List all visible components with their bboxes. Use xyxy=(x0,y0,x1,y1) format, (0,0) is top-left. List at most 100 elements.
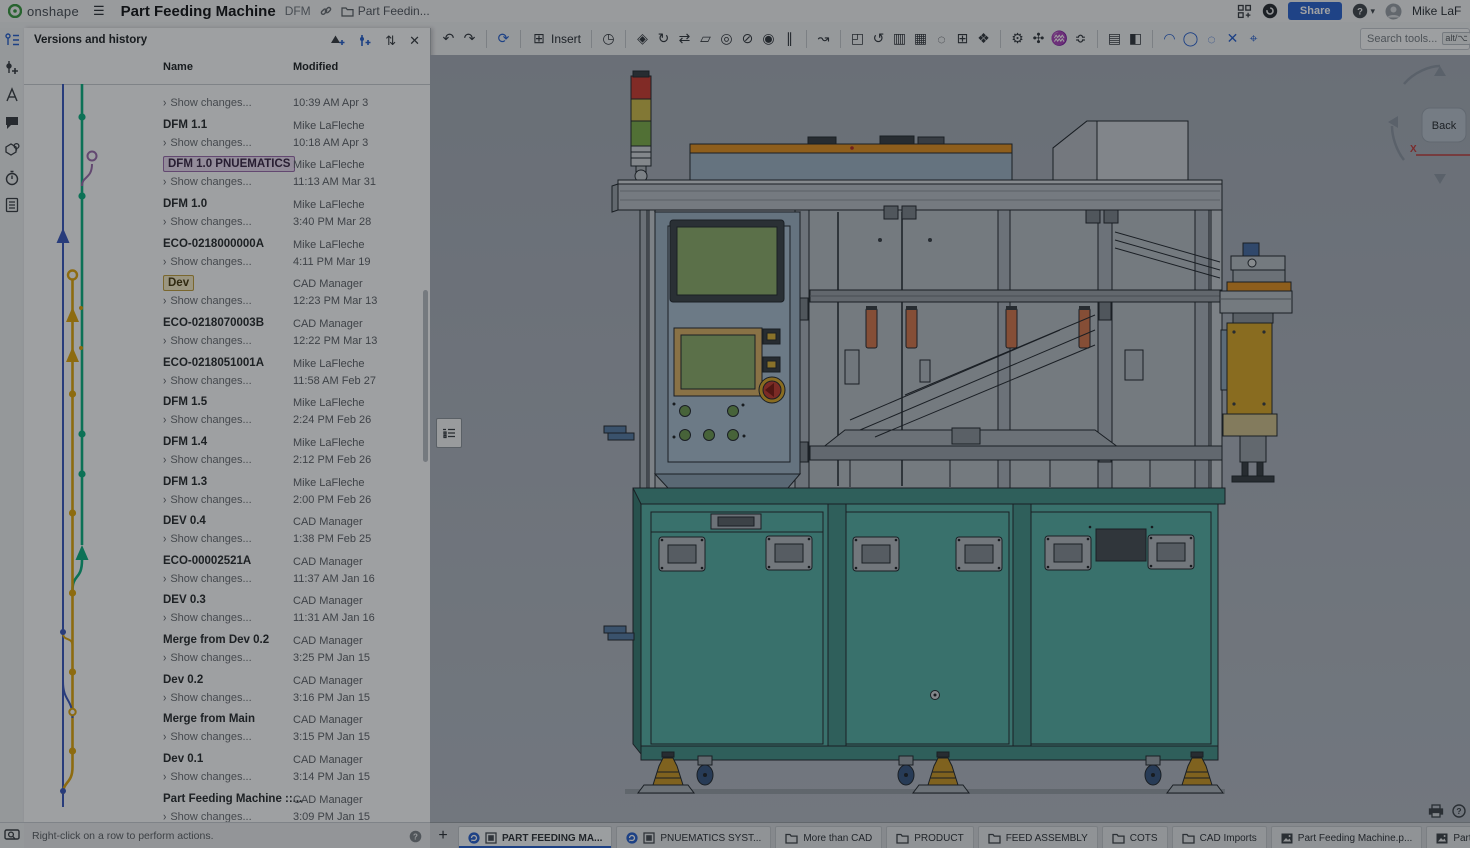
circular-pattern-icon[interactable]: ◌ xyxy=(931,31,952,47)
status-help-icon[interactable]: ? xyxy=(409,830,422,843)
show-changes-link[interactable]: ›Show changes... xyxy=(163,176,252,188)
version-row[interactable]: ECO-0218051001A›Show changes...Mike LaFl… xyxy=(24,354,430,394)
version-row[interactable]: DFM 1.3›Show changes...Mike LaFleche2:00… xyxy=(24,473,430,513)
user-name[interactable]: Mike LaF xyxy=(1412,4,1470,18)
show-changes-link[interactable]: ›Show changes... xyxy=(163,137,252,149)
version-row[interactable]: Merge from Dev 0.2›Show changes...CAD Ma… xyxy=(24,631,430,671)
help-menu[interactable]: ? ▾ xyxy=(1352,3,1375,19)
control-panel[interactable] xyxy=(655,212,800,488)
cylindrical-mate-icon[interactable]: ◎ xyxy=(716,30,737,47)
parallel-mate-icon[interactable]: ∥ xyxy=(779,30,800,47)
show-changes-link[interactable]: ›Show changes... xyxy=(163,295,252,307)
hopper-box[interactable] xyxy=(1053,121,1188,184)
version-row[interactable]: DFM 1.5›Show changes...Mike LaFleche2:24… xyxy=(24,393,430,433)
version-row[interactable]: Merge from Main›Show changes...CAD Manag… xyxy=(24,710,430,750)
performance-icon[interactable] xyxy=(4,170,20,186)
undo-icon[interactable]: ↶ xyxy=(438,30,459,47)
show-changes-link[interactable]: ›Show changes... xyxy=(163,375,252,387)
isolate-icon[interactable]: ✕ xyxy=(1222,30,1243,47)
replicate-icon[interactable]: ▥ xyxy=(889,30,910,47)
copy-link-icon[interactable] xyxy=(320,5,332,17)
electrical-cabinet[interactable] xyxy=(633,488,1225,760)
mate-relations-icon[interactable]: ❖ xyxy=(973,30,994,47)
configurations-icon[interactable] xyxy=(4,60,20,76)
group-icon[interactable]: ⊞ xyxy=(952,30,973,47)
rotate-icon[interactable]: ↺ xyxy=(868,30,889,47)
screw-relation-icon[interactable]: ≎ xyxy=(1070,30,1091,47)
show-changes-link[interactable]: ›Show changes... xyxy=(163,216,252,228)
transform-icon[interactable]: ◰ xyxy=(847,30,868,47)
linear-pattern-icon[interactable]: ▦ xyxy=(910,30,931,47)
version-row[interactable]: Part Feeding Machine ::...›Show changes.… xyxy=(24,790,430,822)
document-version-label[interactable]: DFM xyxy=(285,4,311,18)
insert-button[interactable]: ⊞Insert xyxy=(527,30,585,47)
show-changes-link[interactable]: ›Show changes... xyxy=(163,811,252,822)
user-avatar[interactable] xyxy=(1385,3,1402,20)
redo-icon[interactable]: ↷ xyxy=(459,30,480,47)
versions-history-icon[interactable] xyxy=(4,32,20,48)
document-tab[interactable]: COTS xyxy=(1102,826,1168,848)
compare-icon[interactable]: ⇅ xyxy=(385,34,396,47)
add-tab-button[interactable]: + xyxy=(430,823,456,848)
version-row[interactable]: DEV 0.3›Show changes...CAD Manager11:31 … xyxy=(24,591,430,631)
path-mate-icon[interactable]: ↝ xyxy=(813,30,834,47)
bom-icon[interactable] xyxy=(4,197,20,213)
release-icon[interactable] xyxy=(4,87,20,103)
version-row[interactable]: ECO-0218070003B›Show changes...CAD Manag… xyxy=(24,314,430,354)
show-changes-link[interactable]: ›Show changes... xyxy=(163,731,252,743)
pick-head-assembly[interactable] xyxy=(1220,243,1292,482)
show-changes-link[interactable]: ›Show changes... xyxy=(163,533,252,545)
top-enclosure[interactable] xyxy=(690,136,1012,182)
version-row[interactable]: DFM 1.4›Show changes...Mike LaFleche2:12… xyxy=(24,433,430,473)
graphics-viewport[interactable]: Back X Z ? xyxy=(430,55,1470,822)
version-row[interactable]: DFM 1.0›Show changes...Mike LaFleche3:40… xyxy=(24,195,430,235)
share-button[interactable]: Share xyxy=(1288,2,1343,20)
show-changes-link[interactable]: ›Show changes... xyxy=(163,573,252,585)
rack-pinion-relation-icon[interactable]: ♒ xyxy=(1049,30,1070,47)
panel-scrollbar[interactable] xyxy=(423,290,428,462)
gear-relation-icon[interactable]: ⚙ xyxy=(1007,30,1028,47)
breadcrumb-folder[interactable]: Part Feedin... xyxy=(341,4,433,18)
show-changes-link[interactable]: ›Show changes... xyxy=(163,335,252,347)
viewport-help-icon[interactable]: ? xyxy=(1452,804,1466,818)
view-cube[interactable]: Back X Z xyxy=(1384,58,1470,193)
pin-slot-mate-icon[interactable]: ⊘ xyxy=(737,30,758,47)
document-tab[interactable]: More than CAD xyxy=(775,826,882,848)
document-tab[interactable]: Part Feeding Machine.p... xyxy=(1271,826,1423,848)
document-tab[interactable]: PRODUCT xyxy=(886,826,973,848)
main-menu-icon[interactable]: ☰ xyxy=(93,3,105,19)
history-icon[interactable]: ◷ xyxy=(598,30,619,47)
update-sync-icon[interactable]: ⟳ xyxy=(493,30,514,47)
print-icon[interactable] xyxy=(1428,804,1444,818)
appearance-icon[interactable]: ◧ xyxy=(1125,30,1146,47)
show-changes-link[interactable]: ›Show changes... xyxy=(163,692,252,704)
version-row[interactable]: DEV 0.4›Show changes...CAD Manager1:38 P… xyxy=(24,512,430,552)
show-changes-link[interactable]: ›Show changes... xyxy=(163,97,252,109)
instance-list-toggle[interactable] xyxy=(436,418,462,448)
show-changes-link[interactable]: ›Show changes... xyxy=(163,414,252,426)
preview-corner[interactable] xyxy=(0,822,24,848)
show-changes-link[interactable]: ›Show changes... xyxy=(163,454,252,466)
snapshot-icon[interactable]: ◌ xyxy=(1201,31,1222,47)
revolute-mate-icon[interactable]: ↻ xyxy=(653,30,674,47)
exploded-view-icon[interactable]: ◯ xyxy=(1180,30,1201,47)
document-tab[interactable]: PART FEEDING MA... xyxy=(458,826,612,848)
document-tab[interactable]: Part xyxy=(1426,826,1470,848)
cam-relation-icon[interactable]: ✣ xyxy=(1028,30,1049,47)
version-row[interactable]: DFM 1.0 PNUEMATICS›Show changes...Mike L… xyxy=(24,155,430,195)
version-row[interactable]: ECO-00002521A›Show changes...CAD Manager… xyxy=(24,552,430,592)
fastened-mate-icon[interactable]: ◈ xyxy=(632,30,653,47)
document-tab[interactable]: FEED ASSEMBLY xyxy=(978,826,1098,848)
show-changes-link[interactable]: ›Show changes... xyxy=(163,771,252,783)
learning-center-icon[interactable] xyxy=(1262,3,1278,19)
named-views-icon[interactable]: ⌖ xyxy=(1243,30,1264,47)
version-row[interactable]: Dev 0.2›Show changes...CAD Manager3:16 P… xyxy=(24,671,430,711)
section-view-icon[interactable]: ◠ xyxy=(1159,30,1180,47)
create-branch-icon[interactable] xyxy=(358,34,372,47)
close-panel-icon[interactable]: ✕ xyxy=(409,34,420,47)
version-row[interactable]: DFM 1.1›Show changes...Mike LaFleche10:1… xyxy=(24,116,430,156)
app-store-icon[interactable] xyxy=(1237,4,1252,19)
comments-icon[interactable] xyxy=(4,115,20,131)
show-changes-link[interactable]: ›Show changes... xyxy=(163,494,252,506)
slider-mate-icon[interactable]: ⇄ xyxy=(674,30,695,47)
